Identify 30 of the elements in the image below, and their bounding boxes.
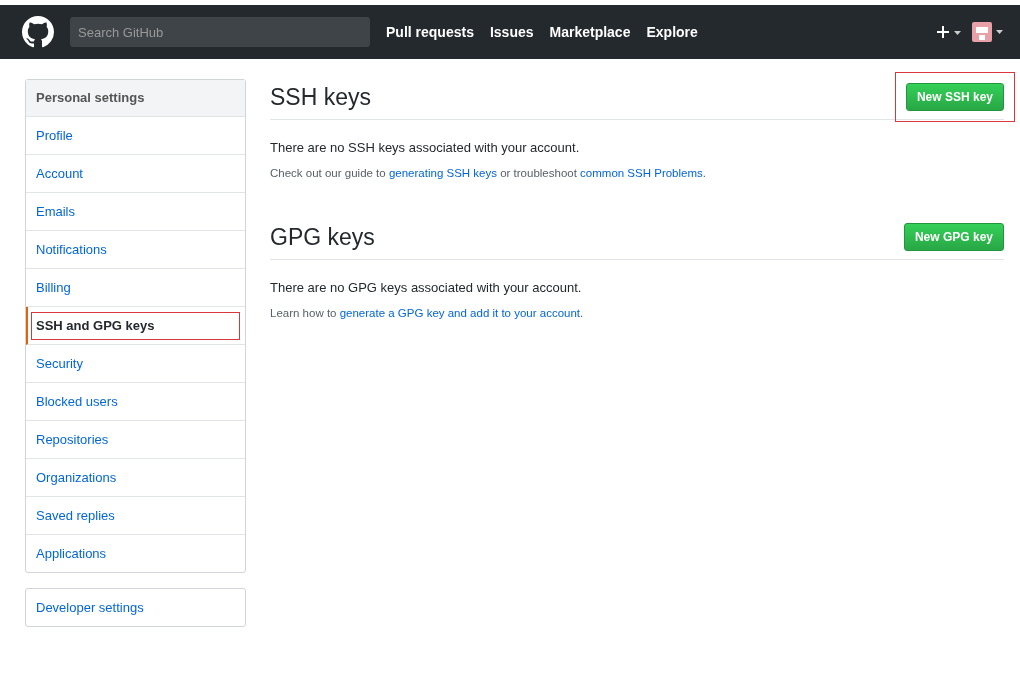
menu-item[interactable]: Notifications [26, 231, 245, 269]
help-text: Check out our guide to generating SSH keys or troubleshoot common SSH Problems. [270, 167, 707, 179]
menu-item[interactable]: Security [26, 345, 245, 383]
help-link[interactable]: generating SSH keys [388, 167, 497, 179]
menu-item[interactable]: Billing [26, 269, 245, 307]
search-field[interactable]: Search GitHub [70, 17, 370, 47]
menu-item[interactable]: Account [26, 155, 245, 193]
menu-item[interactable]: Repositories [26, 421, 245, 459]
empty-message: There are no GPG keys associated with your account. [270, 280, 583, 295]
plus-dropdown-icon[interactable] [936, 25, 962, 39]
menu-item[interactable]: Blocked users [26, 383, 245, 421]
menu-item[interactable]: Organizations [26, 459, 245, 497]
nav-link[interactable]: Pull requests [386, 24, 474, 40]
menu-heading: Personal settings [26, 80, 245, 117]
menu-item[interactable]: Applications [26, 535, 245, 572]
octocat-logo-icon[interactable] [22, 16, 54, 48]
empty-message: There are no SSH keys associated with your account. [270, 140, 581, 155]
menu-item[interactable]: SSH and GPG keys [26, 307, 245, 345]
nav-link[interactable]: Issues [489, 24, 534, 40]
nav-link[interactable]: Explore [646, 24, 698, 40]
nav-link[interactable]: Marketplace [549, 24, 631, 40]
menu-item[interactable]: Developer settings [26, 589, 245, 626]
avatar-dropdown-icon[interactable] [972, 21, 1004, 43]
menu-item[interactable]: Emails [26, 193, 245, 231]
menu-item[interactable]: Saved replies [26, 497, 245, 535]
help-text: Learn how to generate a GPG key and add it to your account. [270, 307, 585, 319]
menu-item[interactable]: Profile [26, 117, 245, 155]
section-title: SSH keys [270, 83, 371, 111]
section-title: GPG keys [270, 223, 375, 251]
help-link[interactable]: common SSH Problems [580, 167, 703, 179]
